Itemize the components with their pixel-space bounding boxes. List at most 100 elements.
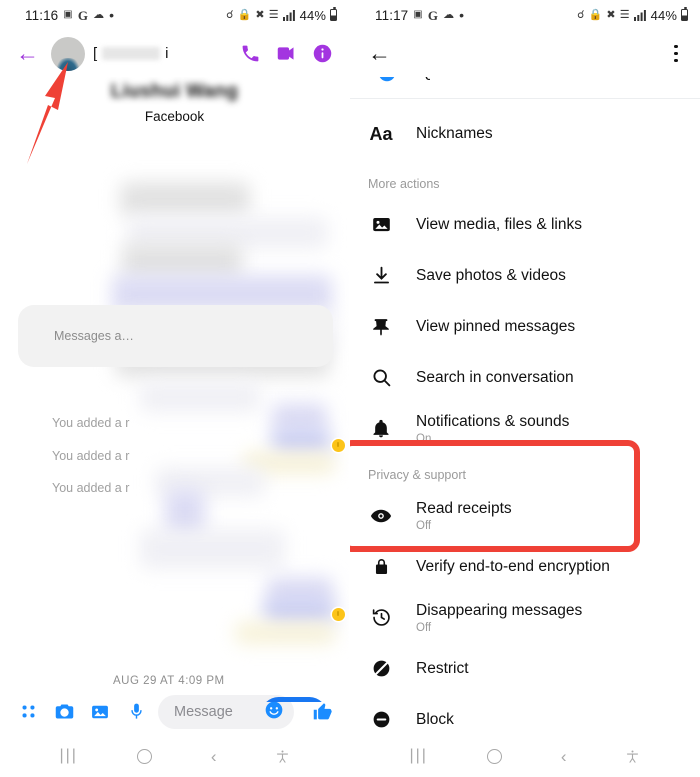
eye-icon — [368, 505, 394, 527]
settings-list: Aa Nicknames More actions View media, fi… — [350, 99, 700, 745]
battery-icon — [681, 7, 688, 21]
emoji-icon[interactable] — [264, 700, 284, 724]
conversation-title: [ i — [93, 45, 232, 62]
vpn-key-icon: ☌ — [577, 8, 585, 21]
row-title: View pinned messages — [416, 317, 576, 335]
left-phone-screen: 11:16 ▣ G ☁ • ☌ 🔒 ✖ ☰ 44% ← [i Liushui … — [0, 0, 350, 777]
settings-row-restrict[interactable]: Restrict — [350, 643, 700, 694]
row-title: Read receipts — [416, 500, 512, 518]
row-subtitle: Off — [416, 519, 432, 532]
added-reaction-line: You added a r — [52, 481, 130, 495]
google-icon: G — [427, 7, 439, 23]
mic-icon[interactable] — [118, 694, 154, 730]
status-bar-left: 11:16 ▣ G ☁ • ☌ 🔒 ✖ ☰ 44% — [0, 0, 349, 30]
pin-icon — [368, 317, 394, 337]
quick-reaction-label: Quick reaction — [420, 77, 519, 82]
settings-row-verify-encryption[interactable]: Verify end-to-end encryption — [350, 541, 700, 592]
status-time: 11:17 — [375, 7, 409, 23]
annotation-arrow — [27, 62, 68, 164]
row-text: Save photos & videos — [416, 266, 566, 285]
message-placeholder: Message — [174, 703, 233, 720]
recents-icon[interactable]: ||| — [59, 747, 77, 765]
battery-percent: 44% — [299, 7, 326, 23]
settings-row-read-receipts[interactable]: Read receipts Off — [350, 490, 700, 541]
section-header-more-actions: More actions — [368, 177, 440, 191]
row-title: Block — [416, 710, 454, 728]
recents-icon[interactable]: ||| — [409, 747, 427, 765]
row-text: View media, files & links — [416, 215, 582, 234]
download-icon — [368, 265, 394, 286]
row-text: Restrict — [416, 659, 469, 678]
do-not-disturb-icon: 🔒 — [237, 8, 252, 21]
quick-reaction-row-partial[interactable]: Quick reaction — [350, 77, 700, 99]
accessibility-icon[interactable] — [275, 748, 290, 765]
battery-icon — [330, 7, 337, 21]
settings-row-disappearing-messages[interactable]: Disappearing messages Off — [350, 592, 700, 643]
row-title: View media, files & links — [416, 215, 582, 233]
settings-row-notifications[interactable]: Notifications & sounds On — [350, 403, 700, 454]
row-title: Disappearing messages — [416, 602, 583, 620]
quick-reaction-inner: Quick reaction — [350, 77, 700, 84]
message-composer: Message — [0, 688, 349, 735]
settings-row-view-media[interactable]: View media, files & links — [350, 199, 700, 250]
home-icon[interactable] — [136, 748, 152, 764]
gallery-icon[interactable] — [82, 694, 118, 730]
row-subtitle: Off — [416, 621, 432, 634]
row-title: Verify end-to-end encryption — [416, 557, 610, 575]
info-icon[interactable] — [312, 43, 333, 64]
emoji-reaction-icon — [376, 77, 398, 84]
row-text: Search in conversation — [416, 368, 574, 387]
settings-row-pinned-messages[interactable]: View pinned messages — [350, 301, 700, 352]
settings-row-search-conversation[interactable]: Search in conversation — [350, 352, 700, 403]
mute-icon: ✖ — [255, 8, 265, 21]
name-suffix: i — [165, 45, 169, 62]
redacted-name — [102, 47, 161, 60]
photo-icon — [368, 214, 394, 235]
reaction-badge[interactable] — [332, 608, 345, 621]
settings-row-nicknames[interactable]: Aa Nicknames — [350, 105, 700, 163]
row-title: Restrict — [416, 659, 469, 677]
nav-back-icon[interactable]: ‹ — [211, 748, 217, 765]
redacted-block — [235, 622, 335, 644]
camera-icon[interactable] — [46, 694, 82, 730]
bell-icon — [368, 419, 394, 439]
nav-back-icon[interactable]: ‹ — [561, 748, 567, 765]
row-title: Notifications & sounds — [416, 413, 570, 431]
signal-icon — [633, 10, 646, 21]
vpn-key-icon: ☌ — [226, 8, 234, 21]
added-reaction-line: You added a r — [52, 416, 130, 430]
settings-row-save-photos[interactable]: Save photos & videos — [350, 250, 700, 301]
google-icon: G — [77, 7, 89, 23]
row-text: Read receipts Off — [416, 499, 512, 531]
dual-screenshot-container: 11:16 ▣ G ☁ • ☌ 🔒 ✖ ☰ 44% ← [i Liushui … — [0, 0, 700, 777]
video-icon[interactable] — [275, 43, 298, 64]
row-title: Save photos & videos — [416, 266, 566, 284]
apps-grid-icon[interactable] — [10, 694, 46, 730]
settings-header: ← — [350, 30, 700, 77]
status-bar-right-group: ☌ 🔒 ✖ ☰ 44% — [226, 7, 337, 23]
more-vertical-icon[interactable] — [670, 41, 682, 67]
wifi-icon: ☰ — [268, 8, 279, 21]
phone-icon[interactable] — [240, 43, 261, 64]
status-bar-left-group: 11:17 ▣ G ☁ • — [375, 8, 464, 23]
battery-percent: 44% — [650, 7, 677, 23]
lock-icon — [368, 557, 394, 576]
dot-icon: • — [459, 7, 465, 23]
back-button[interactable]: ← — [364, 42, 395, 65]
mute-icon: ✖ — [606, 8, 616, 21]
row-text: View pinned messages — [416, 317, 575, 336]
redacted-block — [122, 243, 242, 279]
status-bar-right-group: ☌ 🔒 ✖ ☰ 44% — [577, 7, 688, 23]
android-navbar-right: ||| ‹ — [350, 735, 700, 777]
dot-icon: • — [109, 7, 115, 23]
home-icon[interactable] — [486, 748, 502, 764]
message-thread[interactable]: Liushui Wang Facebook Messages a… You ad… — [0, 77, 349, 702]
reaction-badge[interactable] — [332, 439, 345, 452]
header-actions — [240, 43, 337, 64]
image-icon: ▣ — [413, 9, 423, 20]
redacted-block — [120, 182, 250, 216]
accessibility-icon[interactable] — [625, 748, 640, 765]
system-notice-text: Messages a… — [54, 329, 134, 343]
row-text: Nicknames — [416, 124, 493, 143]
row-title: Nicknames — [416, 125, 493, 143]
